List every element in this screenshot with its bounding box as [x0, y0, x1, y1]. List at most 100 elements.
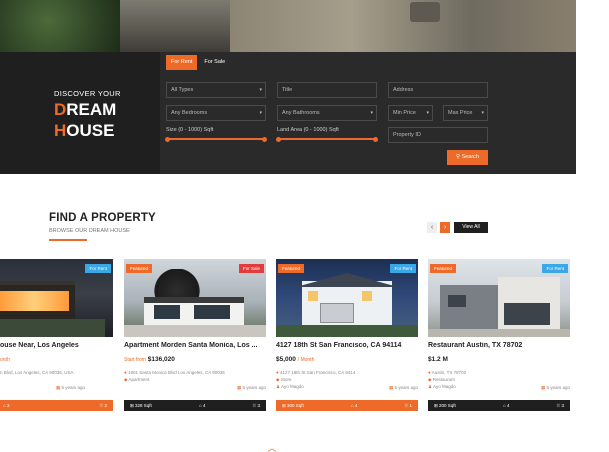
bath-count: 2 — [104, 403, 107, 408]
property-price: $5,000 / Month — [276, 356, 314, 363]
bed-count: 3 — [6, 403, 10, 408]
chevron-down-icon: ▾ — [259, 87, 262, 93]
house-rest: OUSE — [66, 121, 115, 140]
bath-count: 3 — [257, 403, 260, 408]
price-value: $136,020 — [147, 356, 175, 363]
chevron-left-icon: ‹ — [430, 224, 434, 231]
bath-feature: ⛆ 1 — [405, 403, 412, 408]
land-slider-label: Land Area (0 - 1000) Sqft — [277, 127, 339, 133]
hero-image — [0, 0, 576, 52]
carousel-prev-button[interactable]: ‹ — [427, 222, 437, 233]
property-date: ▦ 5 years ago — [389, 385, 418, 391]
property-features-bar: ⌂ 3 ⛆ 2 — [0, 400, 113, 411]
price-prefix: Start from — [124, 357, 146, 363]
min-price-select[interactable]: Min Price ▾ — [388, 105, 433, 121]
property-type: ◆ Apartment — [124, 377, 149, 383]
carousel-next-button[interactable]: › — [440, 222, 450, 233]
view-all-button[interactable]: View All — [454, 222, 488, 233]
price-unit: onth — [0, 357, 10, 363]
property-date: ▦ 5 years ago — [56, 385, 85, 391]
property-title[interactable]: Apartment Morden Santa Monica, Los ... — [124, 342, 266, 349]
bath-feature: ⛆ 3 — [253, 403, 260, 408]
property-features-bar: ⊞ 328 Sqft ⌂ 4 ⛆ 3 — [124, 400, 266, 411]
property-photo[interactable]: Featured For Rent — [428, 259, 570, 337]
area-feature: ⊞ 200 Sqft — [434, 403, 456, 409]
date-text: 5 years ago — [61, 385, 85, 390]
property-title[interactable]: 4127 18th St San Francisco, CA 94114 — [276, 342, 418, 349]
bed-count: 4 — [354, 403, 358, 408]
property-address: ● 1901 Santa Monica Blvd Los Angeles, CA… — [124, 370, 225, 375]
chevron-down-icon: ▾ — [370, 110, 373, 116]
featured-badge: Featured — [278, 264, 305, 273]
area-feature: ⊞ 328 Sqft — [130, 403, 152, 409]
bed-feature: ⌂ 4 — [351, 403, 357, 408]
property-title[interactable]: Restaurant Austin, TX 78702 — [428, 342, 570, 349]
address-input[interactable]: Address — [388, 82, 488, 98]
bed-feature: ⌂ 4 — [199, 403, 205, 408]
bathrooms-value: Any Bathrooms — [282, 110, 320, 116]
size-slider-min-handle[interactable] — [165, 136, 170, 142]
section-title: FIND A PROPERTY — [49, 212, 156, 224]
search-button[interactable]: ⚲ Search — [447, 150, 488, 165]
type-text: Apartment — [128, 377, 150, 382]
hero-bush-graphic — [0, 0, 120, 52]
address-text: 4127 18th St San Francisco, CA 9414 — [279, 370, 356, 375]
size-slider-max-handle[interactable] — [262, 136, 267, 142]
hero-stones-graphic — [230, 0, 576, 52]
address-placeholder: Address — [393, 87, 414, 93]
property-card[interactable]: Featured For Rent Restaurant Austin, TX … — [428, 259, 570, 411]
area-feature: ⊞ 300 Sqft — [282, 403, 304, 409]
scroll-to-top-button[interactable]: ︿ — [265, 444, 279, 452]
address-text: 1901 Santa Monica Blvd Los Angeles, CA 9… — [127, 370, 225, 375]
property-price: Start from $136,020 — [124, 356, 175, 363]
status-badge: For Rent — [542, 264, 568, 273]
property-address: ● Austin, TX 78702 — [428, 370, 466, 375]
area-value: 300 Sqft — [287, 402, 304, 408]
property-card[interactable]: For Rent ouse Near, Los Angeles onth n B… — [0, 259, 113, 411]
size-slider[interactable] — [165, 136, 267, 142]
property-address: ● 4127 18th St San Francisco, CA 9414 — [276, 370, 355, 375]
chevron-down-icon: ▾ — [481, 110, 484, 116]
property-price: $1.2 M — [428, 356, 448, 363]
date-text: 5 years ago — [546, 385, 570, 390]
type-select[interactable]: All Types ▾ — [166, 82, 266, 98]
property-price: onth — [0, 356, 10, 363]
house-initial: H — [54, 121, 67, 140]
bed-feature: ⌂ 3 — [3, 403, 9, 408]
area-value: 200 Sqft — [439, 402, 456, 408]
tab-for-rent[interactable]: For Rent — [166, 55, 198, 70]
section-subtitle: BROWSE OUR DREAM HOUSE — [49, 228, 130, 234]
property-card[interactable]: Featured For Sale Apartment Morden Santa… — [124, 259, 266, 411]
min-price-value: Min Price — [393, 110, 416, 116]
property-photo[interactable]: Featured For Sale — [124, 259, 266, 337]
property-features-bar: ⊞ 200 Sqft ⌂ 4 ⛆ 3 — [428, 400, 570, 411]
bath-count: 3 — [561, 403, 564, 408]
bed-feature: ⌂ 4 — [503, 403, 509, 408]
property-type: ◆ Store — [276, 377, 291, 383]
agent-name: Ayo Magdo — [433, 384, 456, 389]
property-features-bar: ⊞ 300 Sqft ⌂ 4 ⛆ 1 — [276, 400, 418, 411]
land-slider-max-handle[interactable] — [373, 136, 378, 142]
property-address: n Blvd, Los Angeles, CA 90036, USA — [0, 370, 74, 375]
bedrooms-select[interactable]: Any Bedrooms ▾ — [166, 105, 266, 121]
bath-feature: ⛆ 3 — [557, 403, 564, 408]
price-unit: / Month — [297, 357, 315, 363]
property-id-input[interactable]: Property ID — [388, 127, 488, 143]
land-slider-min-handle[interactable] — [276, 136, 281, 142]
tab-for-sale[interactable]: For Sale — [199, 55, 230, 70]
title-input[interactable]: Title — [277, 82, 377, 98]
property-agent: ♟ Ayo Magdo — [276, 384, 304, 390]
property-photo[interactable]: Featured For Rent — [276, 259, 418, 337]
property-card[interactable]: Featured For Rent 4127 18th St San Franc… — [276, 259, 418, 411]
bathrooms-select[interactable]: Any Bathrooms ▾ — [277, 105, 377, 121]
land-slider[interactable] — [276, 136, 378, 142]
status-badge: For Sale — [238, 264, 264, 273]
type-text: Store — [280, 377, 292, 382]
search-tabs: For Rent For Sale — [166, 55, 230, 70]
max-price-select[interactable]: Max Price ▾ — [443, 105, 488, 121]
bath-count: 1 — [409, 403, 412, 408]
property-title[interactable]: ouse Near, Los Angeles — [0, 342, 113, 349]
date-text: 5 years ago — [394, 385, 418, 390]
property-photo[interactable]: For Rent — [0, 259, 113, 337]
type-text: Restaurant — [432, 377, 455, 382]
